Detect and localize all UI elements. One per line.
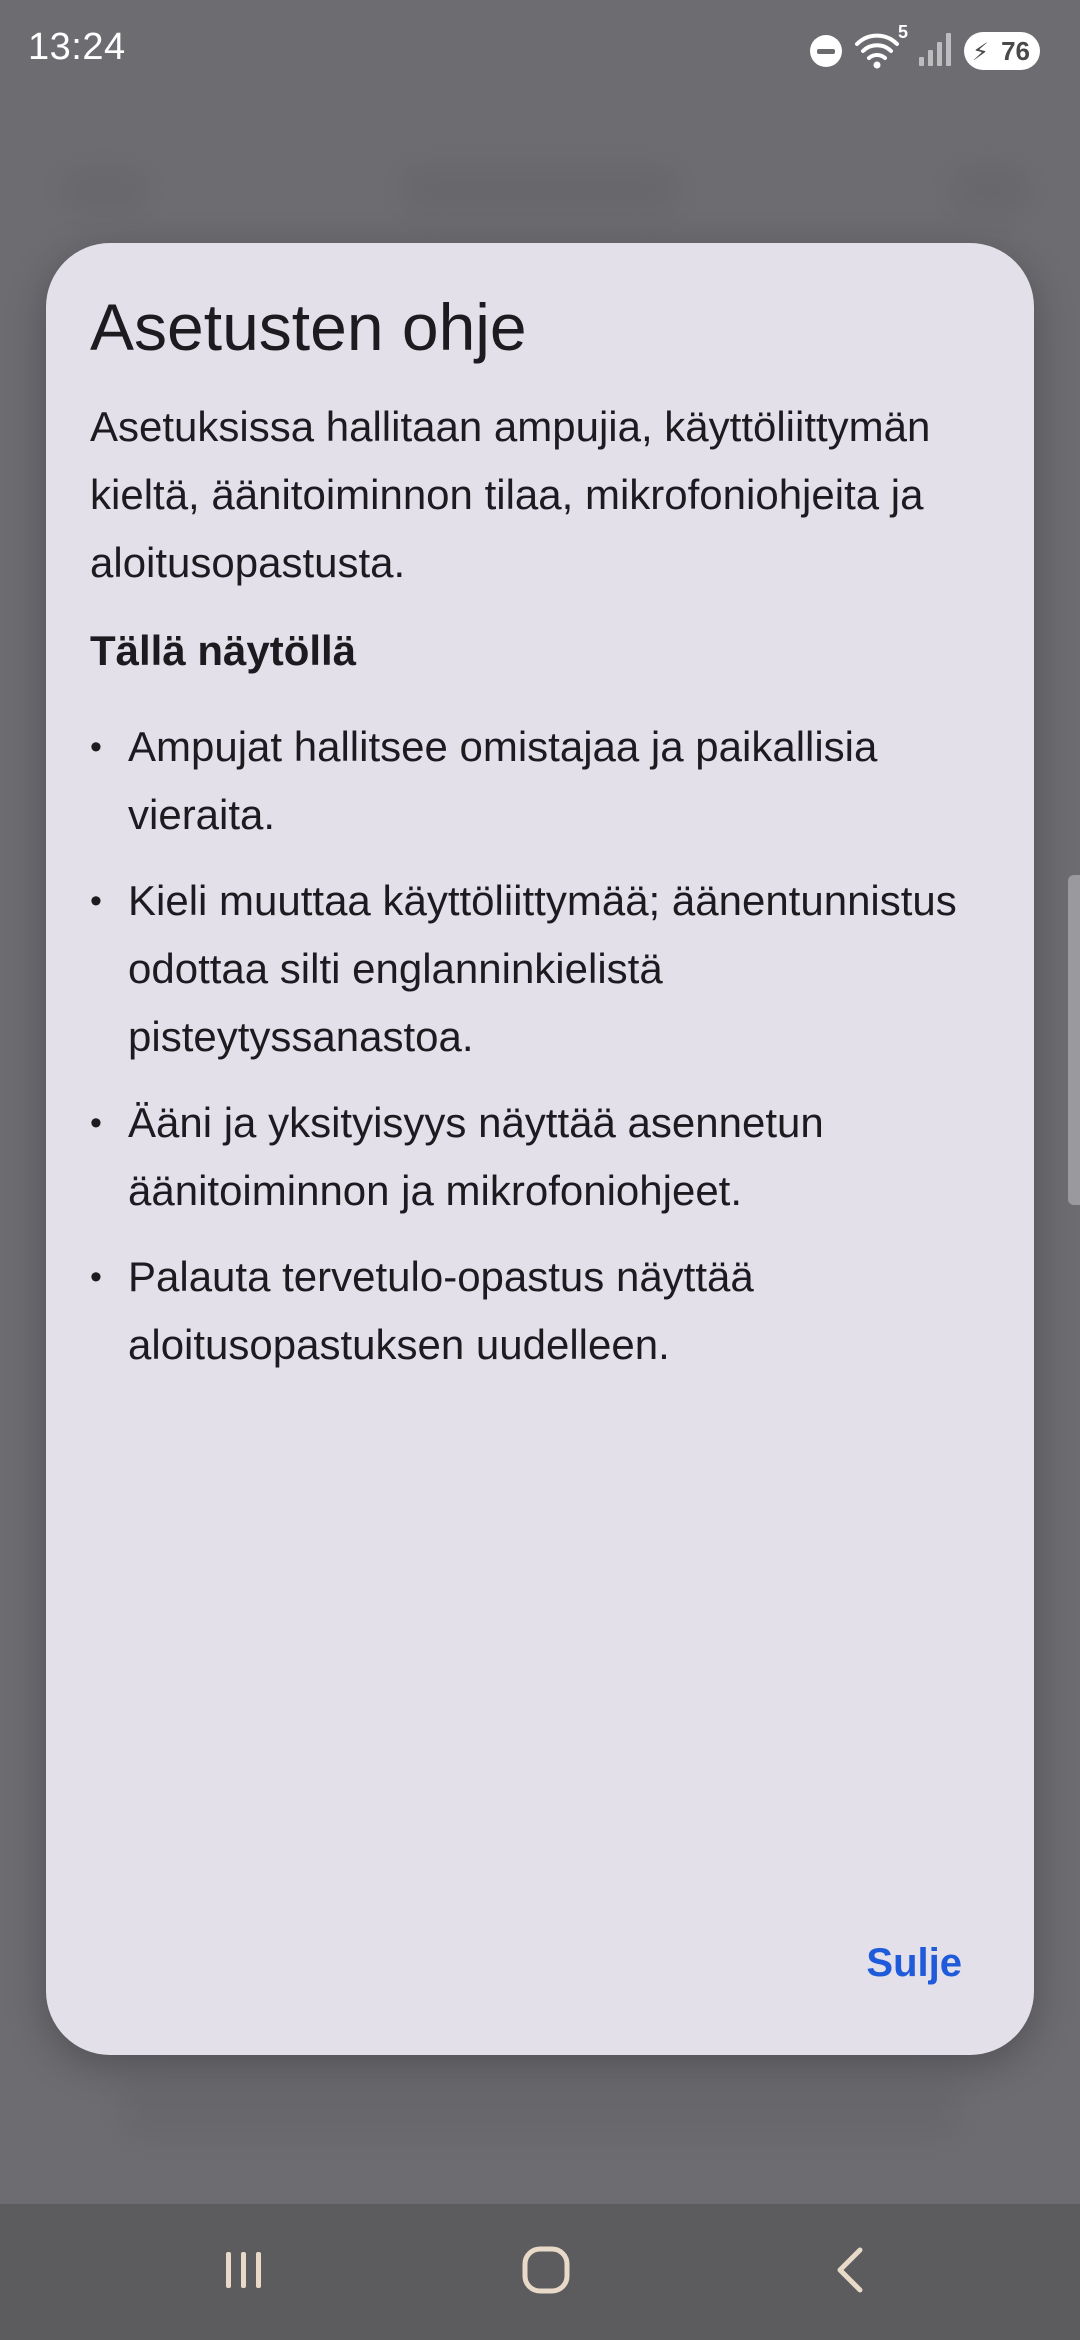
wifi-icon: 5 bbox=[854, 22, 908, 72]
status-time: 13:24 bbox=[28, 26, 126, 68]
dialog-subheading: Tällä näytöllä bbox=[90, 627, 357, 674]
help-list-item: Ampujat hallitsee omistajaa ja paikallis… bbox=[90, 713, 990, 849]
wifi-label: 5 bbox=[897, 22, 908, 42]
status-icons: 5 ⚡ 76 bbox=[810, 22, 1040, 74]
scroll-handle[interactable] bbox=[1068, 875, 1080, 1205]
back-icon bbox=[830, 2244, 870, 2301]
settings-help-dialog: Asetusten ohje Asetuksissa hallitaan amp… bbox=[46, 243, 1034, 2055]
close-button[interactable]: Sulje bbox=[866, 1941, 962, 1986]
dialog-title: Asetusten ohje bbox=[90, 290, 527, 364]
navigation-bar bbox=[0, 2204, 1080, 2340]
battery-percent: 76 bbox=[1001, 35, 1030, 66]
recent-apps-icon bbox=[220, 2248, 268, 2297]
home-icon bbox=[520, 2244, 572, 2301]
help-list-item: Ääni ja yksityisyys näyttää asennetun ää… bbox=[90, 1089, 990, 1225]
home-button[interactable] bbox=[486, 2222, 606, 2322]
help-list-item: Kieli muuttaa käyttöliittymää; äänentunn… bbox=[90, 867, 990, 1071]
help-list-item: Palauta tervetulo-opastus näyttää aloitu… bbox=[90, 1243, 990, 1379]
dialog-intro-text: Asetuksissa hallitaan ampujia, käyttölii… bbox=[90, 403, 931, 586]
signal-icon bbox=[918, 31, 952, 72]
status-bar: 13:24 5 ⚡ 76 bbox=[0, 0, 1080, 100]
back-button[interactable] bbox=[790, 2222, 910, 2322]
recent-apps-button[interactable] bbox=[184, 2222, 304, 2322]
do-not-disturb-icon bbox=[810, 35, 842, 67]
charging-bolt-icon: ⚡ bbox=[972, 39, 989, 66]
battery-charging-icon: ⚡ 76 bbox=[964, 32, 1040, 70]
help-list: Ampujat hallitsee omistajaa ja paikallis… bbox=[90, 713, 990, 1379]
